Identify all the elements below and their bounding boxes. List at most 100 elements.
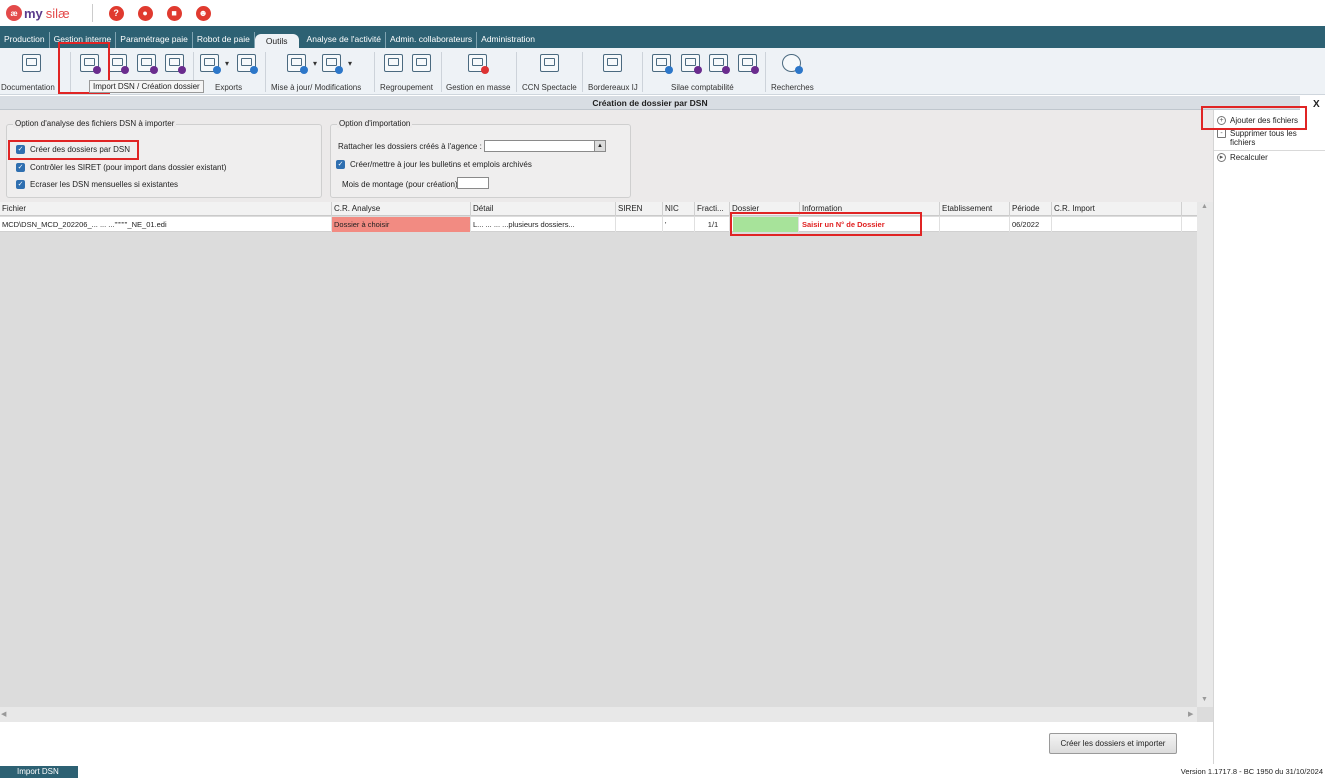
column-detail[interactable]: Détail [471, 202, 616, 216]
modifications-icon[interactable] [322, 54, 343, 74]
cell-fraction[interactable]: 1/1 [695, 217, 730, 232]
toolbar-separator [582, 52, 583, 92]
logo-mark: æ [6, 5, 22, 21]
column-fraction[interactable]: Fracti... [695, 202, 730, 216]
table-row[interactable]: MCD\DSN_MCD_202206_... ... ...'''''''''_… [0, 217, 1197, 232]
menu-admin-collaborateurs[interactable]: Admin. collaborateurs [386, 32, 478, 48]
compta-export-icon[interactable] [652, 54, 673, 74]
top-bar: æ my silæ ? ● ■ ☻ [0, 0, 1325, 26]
column-etablissement[interactable]: Etablissement [940, 202, 1010, 216]
chat-icon[interactable]: ● [137, 5, 153, 21]
logo-my: my [24, 5, 43, 21]
agency-select[interactable]: ▲ [484, 140, 606, 152]
ecraser-dsn-checkbox[interactable]: ✓ Ecraser les DSN mensuelles si existant… [16, 180, 178, 189]
column-cr-import[interactable]: C.R. Import [1052, 202, 1182, 216]
close-icon[interactable]: X [1313, 99, 1320, 110]
mois-montage-input[interactable] [457, 177, 489, 189]
mise-a-jour-icon[interactable] [287, 54, 308, 74]
dsn-files-grid: Fichier C.R. Analyse Détail SIREN NIC Fr… [0, 202, 1213, 722]
column-cr-analyse[interactable]: C.R. Analyse [332, 202, 471, 216]
recherches-icon[interactable] [782, 54, 803, 74]
scroll-left-icon[interactable]: ◀ [1, 710, 6, 718]
ecraser-dsn-label: Ecraser les DSN mensuelles si existantes [30, 180, 179, 189]
user-icon[interactable]: ☻ [195, 5, 211, 21]
compta-import-icon[interactable] [681, 54, 702, 74]
menu-production[interactable]: Production [0, 32, 50, 48]
right-panel-divider [1214, 150, 1325, 151]
column-periode[interactable]: Période [1010, 202, 1052, 216]
import-dsn-tab[interactable]: Import DSN [0, 766, 78, 778]
column-fichier[interactable]: Fichier [0, 202, 332, 216]
chevron-down-icon[interactable]: ▾ [225, 59, 229, 68]
cell-etablissement[interactable] [940, 217, 1010, 232]
column-siren[interactable]: SIREN [616, 202, 663, 216]
import-xls-icon[interactable] [108, 54, 129, 74]
dropdown-arrow-icon[interactable]: ▲ [594, 141, 605, 151]
silae-compta-label: Silae comptabilité [671, 83, 734, 92]
scroll-up-icon[interactable]: ▲ [1201, 203, 1208, 210]
calendar-icon[interactable]: ■ [166, 5, 182, 21]
import-options-title: Option d'importation [337, 119, 413, 128]
supprimer-fichiers-action[interactable]: - Supprimer tous les fichiers [1217, 129, 1317, 147]
bordereaux-label: Bordereaux IJ [588, 83, 638, 92]
chevron-down-icon[interactable]: ▾ [313, 59, 317, 68]
grid-header: Fichier C.R. Analyse Détail SIREN NIC Fr… [0, 202, 1197, 216]
column-nic[interactable]: NIC [663, 202, 695, 216]
create-and-import-button[interactable]: Créer les dossiers et importer [1049, 733, 1177, 754]
menu-robot-de-paie[interactable]: Robot de paie [193, 32, 255, 48]
mysilae-logo[interactable]: æ my silæ [6, 5, 70, 21]
sepa-icon[interactable] [384, 54, 403, 72]
scroll-right-icon[interactable]: ▶ [1188, 710, 1193, 718]
cell-cr-analyse[interactable]: Dossier à choisir [332, 217, 471, 232]
cell-periode[interactable]: 06/2022 [1010, 217, 1052, 232]
compta-import2-icon[interactable] [709, 54, 730, 74]
exports-label: Exports [215, 83, 243, 92]
delete-icon: - [1217, 129, 1226, 138]
export-folder-icon[interactable] [237, 54, 258, 74]
bordereaux-icon[interactable] [603, 54, 622, 72]
cell-nic[interactable]: ' [663, 217, 695, 232]
import-dsn-tooltip: Import DSN / Création dossier [89, 80, 204, 93]
menu-parametrage-paie[interactable]: Paramétrage paie [116, 32, 193, 48]
menu-administration[interactable]: Administration [477, 32, 539, 48]
vertical-scrollbar[interactable]: ▲ ▼ [1197, 202, 1213, 707]
compta-import3-icon[interactable] [738, 54, 759, 74]
export-icon[interactable] [200, 54, 221, 74]
panel-title: Création de dossier par DSN [0, 96, 1300, 110]
creer-bulletins-checkbox[interactable]: ✓ Créer/mettre à jour les bulletins et e… [336, 160, 532, 169]
options-area: Option d'analyse des fichiers DSN à impo… [0, 110, 1213, 202]
import-folder-icon[interactable] [165, 54, 186, 74]
recalculer-action[interactable]: ▸ Recalculer [1217, 153, 1268, 162]
main-menu: Production Gestion interne Paramétrage p… [0, 26, 1325, 48]
ccn-spectacle-icon[interactable] [540, 54, 559, 72]
cell-fichier[interactable]: MCD\DSN_MCD_202206_... ... ...'''''''''_… [0, 217, 332, 232]
import-dsn2-icon[interactable] [137, 54, 158, 74]
cell-siren[interactable] [616, 217, 663, 232]
recherches-label: Recherches [771, 83, 814, 92]
regroupement-icon[interactable] [412, 54, 431, 72]
documentation-icon[interactable] [22, 54, 41, 72]
toolbar-separator [265, 52, 266, 92]
chevron-down-icon[interactable]: ▾ [348, 59, 352, 68]
help-icon[interactable]: ? [108, 5, 124, 21]
top-divider [91, 4, 93, 22]
mois-montage-label: Mois de montage (pour création) : [342, 180, 463, 189]
scroll-down-icon[interactable]: ▼ [1201, 696, 1208, 703]
gestion-masse-icon[interactable] [468, 54, 489, 74]
highlight-creer-dossiers-option [8, 140, 139, 160]
checkbox-checked-icon[interactable]: ✓ [336, 160, 345, 169]
cell-cr-import[interactable] [1052, 217, 1182, 232]
documentation-label: Documentation [1, 83, 55, 92]
menu-outils[interactable]: Outils [254, 34, 299, 48]
toolbar-separator [516, 52, 517, 92]
horizontal-scrollbar[interactable]: ◀ ▶ [0, 707, 1197, 722]
menu-analyse-activite[interactable]: Analyse de l'activité [303, 32, 386, 48]
app-window: æ my silæ ? ● ■ ☻ Production Gestion int… [0, 0, 1325, 778]
logo-silae: silæ [45, 5, 70, 21]
version-text: Version 1.1717.8 - BC 1950 du 31/10/2024 [1180, 767, 1323, 776]
checkbox-checked-icon[interactable]: ✓ [16, 180, 25, 189]
checkbox-checked-icon[interactable]: ✓ [16, 163, 25, 172]
cell-detail[interactable]: L... ... ... ...plusieurs dossiers... [471, 217, 616, 232]
mise-a-jour-label: Mise à jour/ Modifications [271, 83, 362, 92]
controler-siret-checkbox[interactable]: ✓ Contrôler les SIRET (pour import dans … [16, 163, 226, 172]
